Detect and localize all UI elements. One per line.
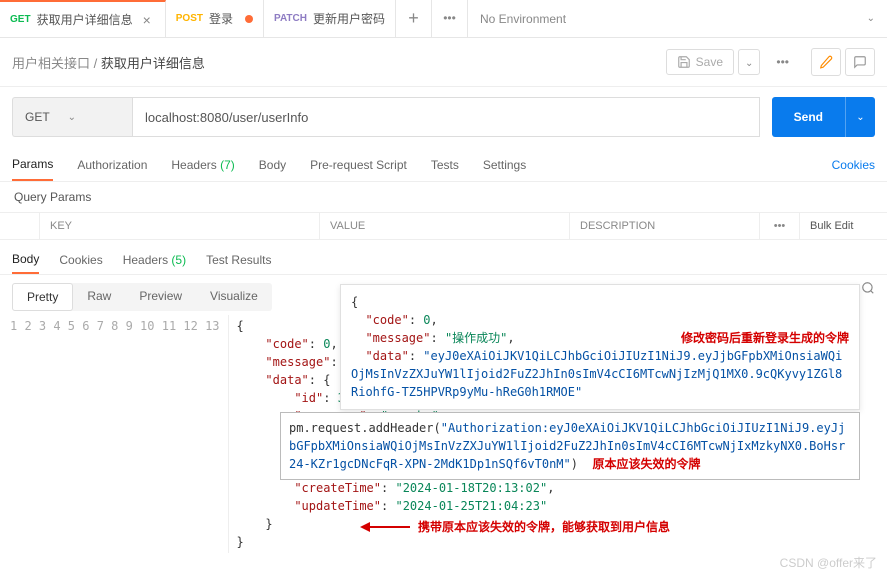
url-input[interactable]: localhost:8080/user/userInfo — [132, 97, 760, 137]
environment-selector[interactable]: No Environment ⌄ — [468, 12, 887, 26]
tab-get-userinfo[interactable]: GET 获取用户详细信息 × — [0, 0, 166, 37]
comment-icon — [853, 55, 867, 69]
request-tabs-bar: GET 获取用户详细信息 × POST 登录 PATCH 更新用户密码 + ••… — [0, 0, 887, 38]
arrow-icon — [360, 520, 410, 534]
response-tabs: Body Cookies Headers (5) Test Results — [0, 240, 887, 275]
tab-settings[interactable]: Settings — [483, 150, 526, 180]
send-button[interactable]: Send — [772, 97, 845, 137]
modified-indicator-icon — [245, 15, 253, 23]
tab-params[interactable]: Params — [12, 149, 53, 181]
chevron-down-icon: ⌄ — [867, 13, 875, 24]
add-tab-button[interactable]: + — [396, 0, 432, 37]
col-value: VALUE — [320, 213, 570, 239]
breadcrumb-parent[interactable]: 用户相关接口 — [12, 56, 90, 71]
more-actions-button[interactable]: ••• — [768, 50, 797, 74]
view-pretty[interactable]: Pretty — [12, 283, 73, 311]
method-dropdown[interactable]: GET ⌄ — [12, 97, 132, 137]
pencil-icon — [819, 55, 833, 69]
tab-resp-tests[interactable]: Test Results — [206, 247, 271, 273]
col-key: KEY — [40, 213, 320, 239]
arrow-annotation: 携带原本应该失效的令牌，能够获取到用户信息 — [360, 518, 670, 535]
breadcrumb-current: 获取用户详细信息 — [101, 56, 205, 71]
breadcrumb: 用户相关接口 / 获取用户详细信息 — [12, 53, 205, 72]
tabs-overflow-button[interactable]: ••• — [432, 0, 468, 37]
save-label: Save — [696, 55, 723, 69]
tab-tests[interactable]: Tests — [431, 150, 459, 180]
send-dropdown[interactable]: ⌄ — [845, 97, 875, 137]
request-header-row: 用户相关接口 / 获取用户详细信息 Save ⌄ ••• — [0, 38, 887, 87]
save-icon — [677, 55, 691, 69]
line-gutter: 1 2 3 4 5 6 7 8 9 10 11 12 13 — [0, 315, 229, 553]
method-badge: POST — [176, 13, 203, 24]
tab-body[interactable]: Body — [259, 150, 286, 180]
tab-headers[interactable]: Headers (7) — [171, 150, 234, 180]
method-badge: GET — [10, 14, 31, 25]
query-params-title: Query Params — [0, 182, 887, 212]
close-icon[interactable]: × — [139, 12, 155, 28]
query-params-header: KEY VALUE DESCRIPTION ••• Bulk Edit — [0, 212, 887, 240]
tab-patch-password[interactable]: PATCH 更新用户密码 — [264, 0, 396, 37]
view-preview[interactable]: Preview — [125, 283, 196, 311]
chevron-down-icon: ⌄ — [745, 58, 753, 69]
tab-resp-headers[interactable]: Headers (5) — [123, 247, 186, 273]
annotation-new-token: 修改密码后重新登录生成的令牌 — [681, 329, 849, 347]
chevron-down-icon: ⌄ — [856, 112, 864, 123]
response-view-tabs: Pretty Raw Preview Visualize — [12, 283, 272, 311]
edit-button[interactable] — [811, 48, 841, 76]
tab-title: 登录 — [209, 10, 233, 27]
tab-post-login[interactable]: POST 登录 — [166, 0, 264, 37]
chevron-down-icon: ⌄ — [68, 112, 76, 123]
col-description: DESCRIPTION — [570, 213, 760, 239]
tab-authorization[interactable]: Authorization — [77, 150, 147, 180]
resp-headers-count: (5) — [171, 253, 186, 267]
headers-count: (7) — [220, 158, 235, 172]
request-subtabs: Params Authorization Headers (7) Body Pr… — [0, 147, 887, 182]
annotation-text: 携带原本应该失效的令牌，能够获取到用户信息 — [418, 518, 670, 535]
search-response-button[interactable] — [861, 281, 875, 298]
col-more[interactable]: ••• — [760, 213, 800, 239]
tab-resp-body[interactable]: Body — [12, 246, 39, 274]
token-overlay-new: { "code": 0, "message": "操作成功",修改密码后重新登录… — [340, 284, 860, 410]
environment-label: No Environment — [480, 12, 566, 26]
tab-resp-cookies[interactable]: Cookies — [59, 247, 102, 273]
cookies-link[interactable]: Cookies — [832, 158, 875, 172]
tab-title: 获取用户详细信息 — [37, 11, 133, 28]
save-button[interactable]: Save — [666, 49, 734, 75]
annotation-expired-token: 原本应该失效的令牌 — [592, 457, 700, 471]
header-overlay-old: pm.request.addHeader("Authorization:eyJ0… — [280, 412, 860, 480]
bulk-edit-button[interactable]: Bulk Edit — [800, 213, 863, 239]
view-raw[interactable]: Raw — [73, 283, 125, 311]
url-row: GET ⌄ localhost:8080/user/userInfo Send … — [0, 87, 887, 147]
search-icon — [861, 281, 875, 295]
tab-prerequest[interactable]: Pre-request Script — [310, 150, 407, 180]
watermark: CSDN @offer来了 — [780, 554, 877, 571]
view-visualize[interactable]: Visualize — [196, 283, 272, 311]
method-value: GET — [25, 110, 50, 124]
comment-button[interactable] — [845, 48, 875, 76]
method-badge: PATCH — [274, 13, 307, 24]
tab-title: 更新用户密码 — [313, 10, 385, 27]
save-dropdown[interactable]: ⌄ — [738, 49, 760, 75]
